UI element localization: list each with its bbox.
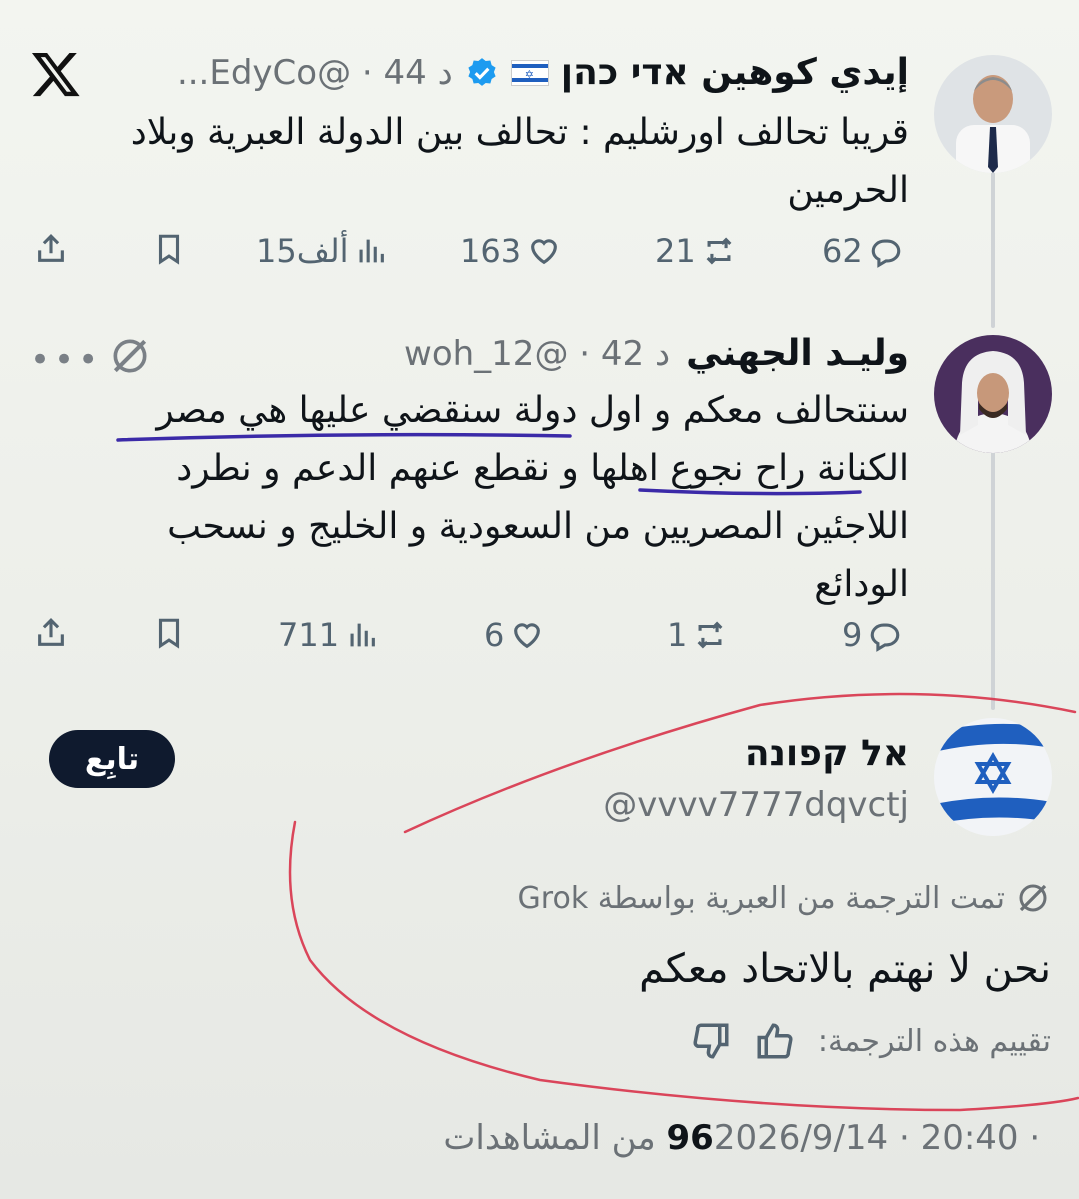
verified-badge-icon [468,57,496,86]
follow-button[interactable]: تابِع [49,730,175,788]
author-handle-time: woh_12@ · 42 د [404,333,671,374]
reply-button[interactable]: 9 [842,616,902,654]
retweet-count: 21 [655,232,696,270]
retweet-icon [706,237,732,265]
tweet-text-line: الودائع [814,564,909,605]
timestamp-date: 2026/9/14 · 20:40 · [713,1118,1051,1158]
share-icon [38,234,64,262]
tweet-text-line: الحرمين [787,170,909,211]
avatar[interactable] [934,718,1052,836]
views-count: 711 [278,616,340,654]
like-icon [514,623,541,649]
views-icon [360,239,385,263]
share-button[interactable] [34,616,68,650]
grok-icon [113,339,147,373]
like-count: 6 [484,616,505,654]
reply-count: 9 [842,616,863,654]
author-name[interactable]: وليـد الجهني [686,333,909,374]
views-icon [350,623,375,647]
views-button[interactable]: 711 [278,616,379,654]
reply-button[interactable]: 62 [822,232,903,270]
israel-flag-icon: ✡ [510,59,549,86]
retweet-button[interactable]: 21 [655,232,736,270]
author-handle: @vvvv7777dqvctj [603,785,909,825]
tweet-text-line: قريبا تحالف اورشليم : تحالف بين الدولة ا… [130,112,909,153]
share-button[interactable] [34,232,68,266]
views-count: 96 [666,1118,714,1158]
retweet-button[interactable]: 1 [667,616,727,654]
share-icon [38,618,64,646]
timestamp: 2026/9/14 · 20:40 · 96 من المشاهدات [443,1118,1051,1158]
reply-count: 62 [822,232,863,270]
reply-icon [871,623,900,652]
avatar[interactable] [934,335,1052,453]
rating-label: تقييم هذه الترجمة: [817,1023,1051,1059]
author-name[interactable]: אל קפונה [745,733,909,774]
views-button[interactable]: 15ألف [256,232,388,270]
thread-line [991,168,995,328]
translation-source-label: تمت الترجمة من العبرية بواسطة Grok [517,880,1005,916]
tweet-text-line: سنتحالف معكم و اول دولة سنقضي عليها هي م… [156,390,909,431]
author-handle-time: ...EdyCo@ · 44 د [176,52,453,93]
thread-line [991,440,995,710]
retweet-count: 1 [667,616,688,654]
reply-icon [871,239,900,268]
grok-icon [1019,884,1047,912]
tweet-text-line: الكنانة راح نجوع اهلها و نقطع عنهم الدعم… [176,448,909,489]
bookmark-icon [158,618,180,649]
retweet-icon [697,621,723,649]
bookmark-button[interactable] [152,232,186,266]
x-logo-icon[interactable] [30,48,82,100]
avatar[interactable] [934,55,1052,173]
more-icon[interactable]: ••• [30,340,102,380]
author-name[interactable]: إيدي كوهين אדי כהן [561,52,909,93]
tweet-text-line: اللاجئين المصريين من السعودية و الخليج و… [167,506,909,547]
translated-text: نحن لا نهتم بالاتحاد معكم [639,946,1051,992]
thumbs-down-icon[interactable] [690,1020,732,1062]
views-suffix: من المشاهدات [443,1118,667,1158]
like-icon [531,239,557,265]
views-count: 15ألف [256,232,349,270]
like-button[interactable]: 163 [460,232,561,270]
like-button[interactable]: 6 [484,616,544,654]
thumbs-up-icon[interactable] [754,1020,796,1062]
bookmark-button[interactable] [152,616,186,650]
bookmark-icon [158,234,180,265]
like-count: 163 [460,232,522,270]
